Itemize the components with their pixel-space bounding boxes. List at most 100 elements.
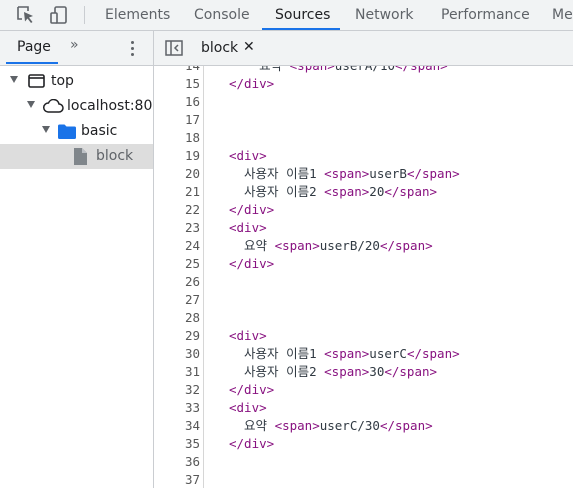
line-number[interactable]: 31 [154, 363, 200, 381]
html-tag-token: </span> [379, 238, 433, 253]
frame-icon [28, 74, 45, 91]
code-line[interactable]: 15 </div> [154, 75, 573, 93]
html-tag-token: </span> [384, 184, 438, 199]
code-line[interactable]: 17 [154, 111, 573, 129]
code-line[interactable]: 21 사용자 이름2 <span>20</span> [154, 183, 573, 201]
code-line[interactable]: 32 </div> [154, 381, 573, 399]
cloud-icon [43, 98, 64, 116]
file-tab-label: block [201, 40, 239, 56]
text-token: 30 [369, 364, 385, 379]
line-number[interactable]: 35 [154, 435, 200, 453]
code-line[interactable]: 26 [154, 273, 573, 291]
line-number[interactable]: 16 [154, 93, 200, 111]
tree-item-basic[interactable]: basic [0, 119, 154, 144]
tab-performance[interactable]: Performance [441, 0, 530, 30]
line-number[interactable]: 37 [154, 471, 200, 488]
line-number[interactable]: 28 [154, 309, 200, 327]
code-text: </div> [229, 201, 274, 219]
line-number[interactable]: 25 [154, 255, 200, 273]
html-tag-token: <div> [229, 220, 267, 235]
code-line[interactable]: 25 </div> [154, 255, 573, 273]
expand-arrow-icon[interactable] [42, 126, 50, 133]
code-line[interactable]: 28 [154, 309, 573, 327]
code-line[interactable]: 23 <div> [154, 219, 573, 237]
close-icon[interactable]: ✕ [243, 39, 255, 55]
tab-console[interactable]: Console [194, 0, 250, 30]
toolbar-separator [84, 6, 85, 24]
code-line[interactable]: 19 <div> [154, 147, 573, 165]
code-line[interactable]: 31 사용자 이름2 <span>30</span> [154, 363, 573, 381]
expand-arrow-icon[interactable] [10, 76, 18, 83]
line-number[interactable]: 26 [154, 273, 200, 291]
code-text: 요약 <span>userB/20</span> [229, 237, 433, 255]
code-text: 사용자 이름1 <span>userB</span> [229, 165, 460, 183]
expand-arrow-icon[interactable] [27, 101, 35, 108]
code-line[interactable]: 27 [154, 291, 573, 309]
code-line[interactable]: 37 [154, 471, 573, 488]
page-tab-indicator [6, 62, 58, 64]
code-line[interactable]: 20 사용자 이름1 <span>userB</span> [154, 165, 573, 183]
line-number[interactable]: 20 [154, 165, 200, 183]
line-number[interactable]: 14 [154, 66, 200, 75]
html-tag-token: <span> [324, 166, 370, 181]
line-number[interactable]: 32 [154, 381, 200, 399]
file-icon [74, 148, 87, 168]
code-line[interactable]: 22 </div> [154, 201, 573, 219]
text-token: 20 [369, 184, 385, 199]
toggle-navigator-icon[interactable] [165, 40, 183, 56]
html-tag-token: </div> [229, 202, 275, 217]
line-number[interactable]: 17 [154, 111, 200, 129]
line-number[interactable]: 18 [154, 129, 200, 147]
code-text: 사용자 이름2 <span>20</span> [229, 183, 437, 201]
code-line[interactable]: 29 <div> [154, 327, 573, 345]
file-tab-block[interactable]: block ✕ [184, 31, 255, 65]
tab-network[interactable]: Network [355, 0, 413, 30]
html-tag-token: <span> [290, 66, 335, 73]
line-number[interactable]: 24 [154, 237, 200, 255]
tab-memory[interactable]: Me [552, 0, 573, 30]
line-number[interactable]: 19 [154, 147, 200, 165]
line-number[interactable]: 33 [154, 399, 200, 417]
line-number[interactable]: 27 [154, 291, 200, 309]
text-token: 요약 [229, 66, 290, 73]
html-tag-token: </div> [229, 436, 275, 451]
tab-sources[interactable]: Sources [275, 0, 330, 30]
code-line[interactable]: 36 [154, 453, 573, 471]
code-line[interactable]: 33 <div> [154, 399, 573, 417]
line-number[interactable]: 23 [154, 219, 200, 237]
code-text: <div> [229, 219, 267, 237]
code-line[interactable]: 35 </div> [154, 435, 573, 453]
tree-item-label: top [51, 73, 74, 89]
tree-item-label: localhost:808 [67, 98, 154, 114]
text-token: userB [369, 166, 407, 181]
more-tabs-chevron-icon[interactable]: » [70, 37, 79, 53]
html-tag-token: </span> [384, 364, 438, 379]
code-editor[interactable]: 14 요약 <span>userA/10</span>15</div>16171… [154, 66, 573, 488]
line-number[interactable]: 36 [154, 453, 200, 471]
line-number[interactable]: 22 [154, 201, 200, 219]
line-number[interactable]: 29 [154, 327, 200, 345]
tree-item-top[interactable]: top [0, 69, 154, 94]
more-options-icon[interactable] [128, 39, 138, 57]
tab-page[interactable]: Page [17, 39, 51, 55]
tree-item-block[interactable]: block [0, 144, 154, 169]
code-line[interactable]: 24 요약 <span>userB/20</span> [154, 237, 573, 255]
device-toolbar-icon[interactable] [48, 4, 70, 26]
code-line[interactable]: 16 [154, 93, 573, 111]
line-number[interactable]: 15 [154, 75, 200, 93]
html-tag-token: </div> [229, 382, 275, 397]
tree-item-label: basic [81, 123, 118, 139]
line-number[interactable]: 21 [154, 183, 200, 201]
line-number[interactable]: 34 [154, 417, 200, 435]
text-token: userC [369, 346, 407, 361]
code-line[interactable]: 14 요약 <span>userA/10</span> [154, 66, 573, 75]
tree-item-localhost[interactable]: localhost:808 [0, 94, 154, 119]
line-number[interactable]: 30 [154, 345, 200, 363]
code-line[interactable]: 34 요약 <span>userC/30</span> [154, 417, 573, 435]
tab-elements[interactable]: Elements [105, 0, 170, 30]
inspect-element-icon[interactable] [15, 4, 37, 26]
devtools-toolbar: Elements Console Sources Network Perform… [0, 0, 573, 31]
code-line[interactable]: 18 [154, 129, 573, 147]
code-line[interactable]: 30 사용자 이름1 <span>userC</span> [154, 345, 573, 363]
code-text: </div> [229, 435, 274, 453]
